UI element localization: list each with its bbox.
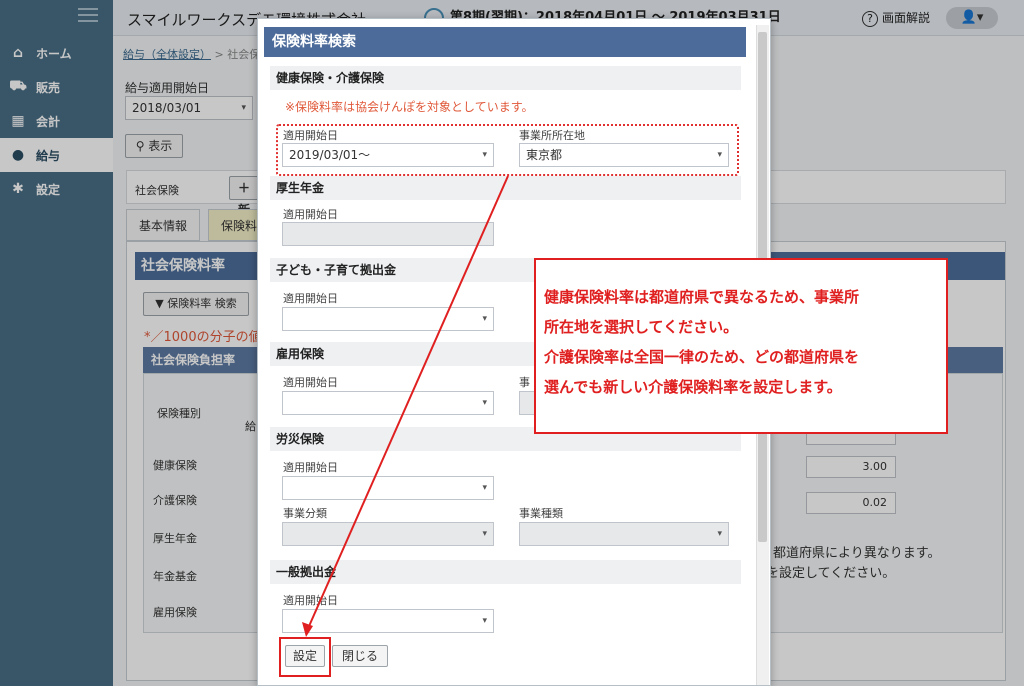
business-type-select[interactable]: ▾	[519, 522, 729, 546]
business-class-select[interactable]: ▾	[282, 522, 494, 546]
annotation-callout: 健康保険料率は都道府県で異なるため、事業所 所在地を選択してください。 介護保険…	[534, 258, 948, 434]
section-general: 一般拠出金	[270, 560, 741, 584]
business-class-label: 事業分類	[283, 507, 327, 520]
employment-office-select[interactable]	[519, 391, 535, 415]
child-start-select[interactable]: ▾	[282, 307, 494, 331]
general-start-select[interactable]: ▾	[282, 609, 494, 633]
callout-line-3: 介護保険率は全国一律のため、どの都道府県を	[544, 348, 860, 366]
dialog-title: 保険料率検索	[264, 27, 746, 57]
section-health: 健康保険・介護保険	[270, 66, 741, 90]
employment-office-label: 事	[519, 376, 530, 389]
business-type-label: 事業種類	[519, 507, 563, 520]
pension-start-select[interactable]	[282, 222, 494, 246]
set-button-highlight	[279, 637, 331, 677]
accident-start-label: 適用開始日	[283, 461, 338, 474]
callout-line-1: 健康保険料率は都道府県で異なるため、事業所	[544, 288, 860, 306]
pension-start-label: 適用開始日	[283, 208, 338, 221]
close-button[interactable]: 閉じる	[332, 645, 388, 667]
section-pension: 厚生年金	[270, 176, 741, 200]
callout-line-2: 所在地を選択してください。	[544, 318, 739, 336]
highlight-box	[276, 124, 739, 176]
health-note: ※保険料率は協会けんぽを対象としています。	[285, 100, 534, 114]
accident-start-select[interactable]: ▾	[282, 476, 494, 500]
child-start-label: 適用開始日	[283, 292, 338, 305]
employment-start-select[interactable]: ▾	[282, 391, 494, 415]
employment-start-label: 適用開始日	[283, 376, 338, 389]
callout-line-4: 選んでも新しい介護保険料率を設定します。	[544, 378, 842, 396]
general-start-label: 適用開始日	[283, 594, 338, 607]
